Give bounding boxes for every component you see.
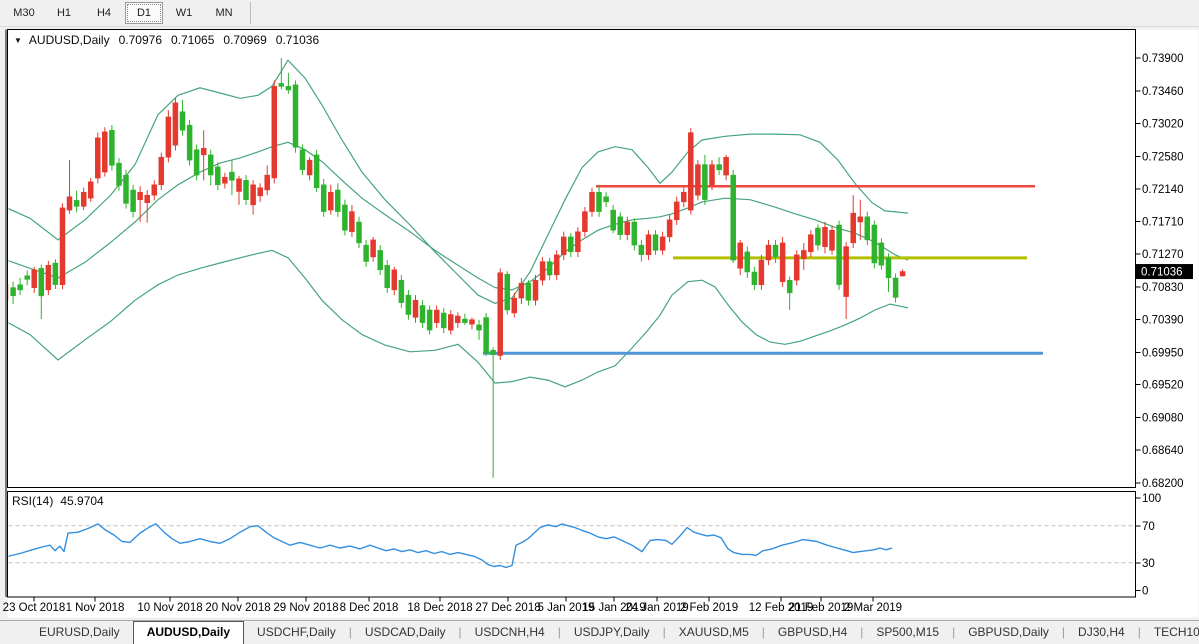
svg-text:30: 30: [1142, 558, 1155, 570]
svg-text:0.70830: 0.70830: [1142, 282, 1184, 294]
svg-text:100: 100: [1142, 493, 1161, 505]
ohlc-high: 0.71065: [171, 33, 214, 47]
chart-tab-usdcad-daily[interactable]: USDCAD,Daily: [352, 621, 459, 644]
svg-text:0.69520: 0.69520: [1142, 380, 1184, 392]
svg-text:0.72580: 0.72580: [1142, 151, 1184, 163]
rsi-value: 45.9704: [60, 494, 103, 508]
svg-text:70: 70: [1142, 521, 1155, 533]
svg-text:8 Dec 2018: 8 Dec 2018: [340, 602, 399, 614]
svg-text:27 Dec 2018: 27 Dec 2018: [475, 602, 540, 614]
chart-tab-xauusd-m5[interactable]: XAUUSD,M5: [666, 621, 762, 644]
chart-tab-usdcnh-h4[interactable]: USDCNH,H4: [462, 621, 558, 644]
svg-text:0.72140: 0.72140: [1142, 184, 1184, 196]
svg-text:0.73020: 0.73020: [1142, 119, 1184, 131]
svg-text:0.71270: 0.71270: [1142, 249, 1184, 261]
svg-text:0.71036: 0.71036: [1141, 267, 1183, 279]
chart-tab-gbpusd-h4[interactable]: GBPUSD,H4: [765, 621, 860, 644]
ohlc-open: 0.70976: [119, 33, 162, 47]
svg-text:29 Nov 2018: 29 Nov 2018: [273, 602, 338, 614]
svg-text:0.71710: 0.71710: [1142, 216, 1184, 228]
svg-text:20 Nov 2018: 20 Nov 2018: [205, 602, 270, 614]
chart-area[interactable]: 0.73900 0.73460 0.73020 0.72580 0.72140 0.717…: [0, 0, 1199, 644]
svg-text:0: 0: [1142, 586, 1148, 598]
rsi-indicator-label: RSI(14) 45.9704: [12, 494, 104, 508]
chart-tab-tech100-h1[interactable]: TECH100,H1: [1141, 621, 1199, 644]
chart-tab-eurusd-daily[interactable]: EURUSD,Daily: [26, 621, 133, 644]
chart-tab-usdjpy-daily[interactable]: USDJPY,Daily: [561, 621, 663, 644]
svg-text:1 Nov 2018: 1 Nov 2018: [66, 602, 125, 614]
rsi-name: RSI(14): [12, 494, 53, 508]
collapse-marker-icon[interactable]: ▼: [14, 36, 22, 45]
chart-tab-gbpusd-daily[interactable]: GBPUSD,Daily: [955, 621, 1062, 644]
chart-tab-audusd-daily[interactable]: AUDUSD,Daily: [133, 621, 244, 644]
svg-text:2 Mar 2019: 2 Mar 2019: [844, 602, 902, 614]
svg-text:0.68640: 0.68640: [1142, 445, 1184, 457]
symbol-title: AUDUSD,Daily: [29, 33, 110, 47]
svg-text:0.73900: 0.73900: [1142, 53, 1184, 65]
symbol-tab-bar: EURUSD,DailyAUDUSD,DailyUSDCHF,Daily|USD…: [0, 620, 1199, 644]
svg-text:0.69950: 0.69950: [1142, 348, 1184, 360]
chart-title: ▼ AUDUSD,Daily 0.70976 0.71065 0.70969 0…: [14, 33, 319, 47]
svg-text:23 Oct 2018: 23 Oct 2018: [3, 602, 66, 614]
svg-text:0.73460: 0.73460: [1142, 86, 1184, 98]
ohlc-low: 0.70969: [223, 33, 266, 47]
svg-text:18 Dec 2018: 18 Dec 2018: [407, 602, 472, 614]
svg-text:10 Nov 2018: 10 Nov 2018: [137, 602, 202, 614]
chart-tab-dj30-h4[interactable]: DJ30,H4: [1065, 621, 1138, 644]
chart-tab-usdchf-daily[interactable]: USDCHF,Daily: [244, 621, 349, 644]
ohlc-close: 0.71036: [276, 33, 319, 47]
svg-text:2 Feb 2019: 2 Feb 2019: [680, 602, 738, 614]
svg-text:0.70390: 0.70390: [1142, 315, 1184, 327]
svg-text:0.68200: 0.68200: [1142, 478, 1184, 490]
svg-text:0.69080: 0.69080: [1142, 412, 1184, 424]
chart-tab-sp500-m15[interactable]: SP500,M15: [863, 621, 952, 644]
